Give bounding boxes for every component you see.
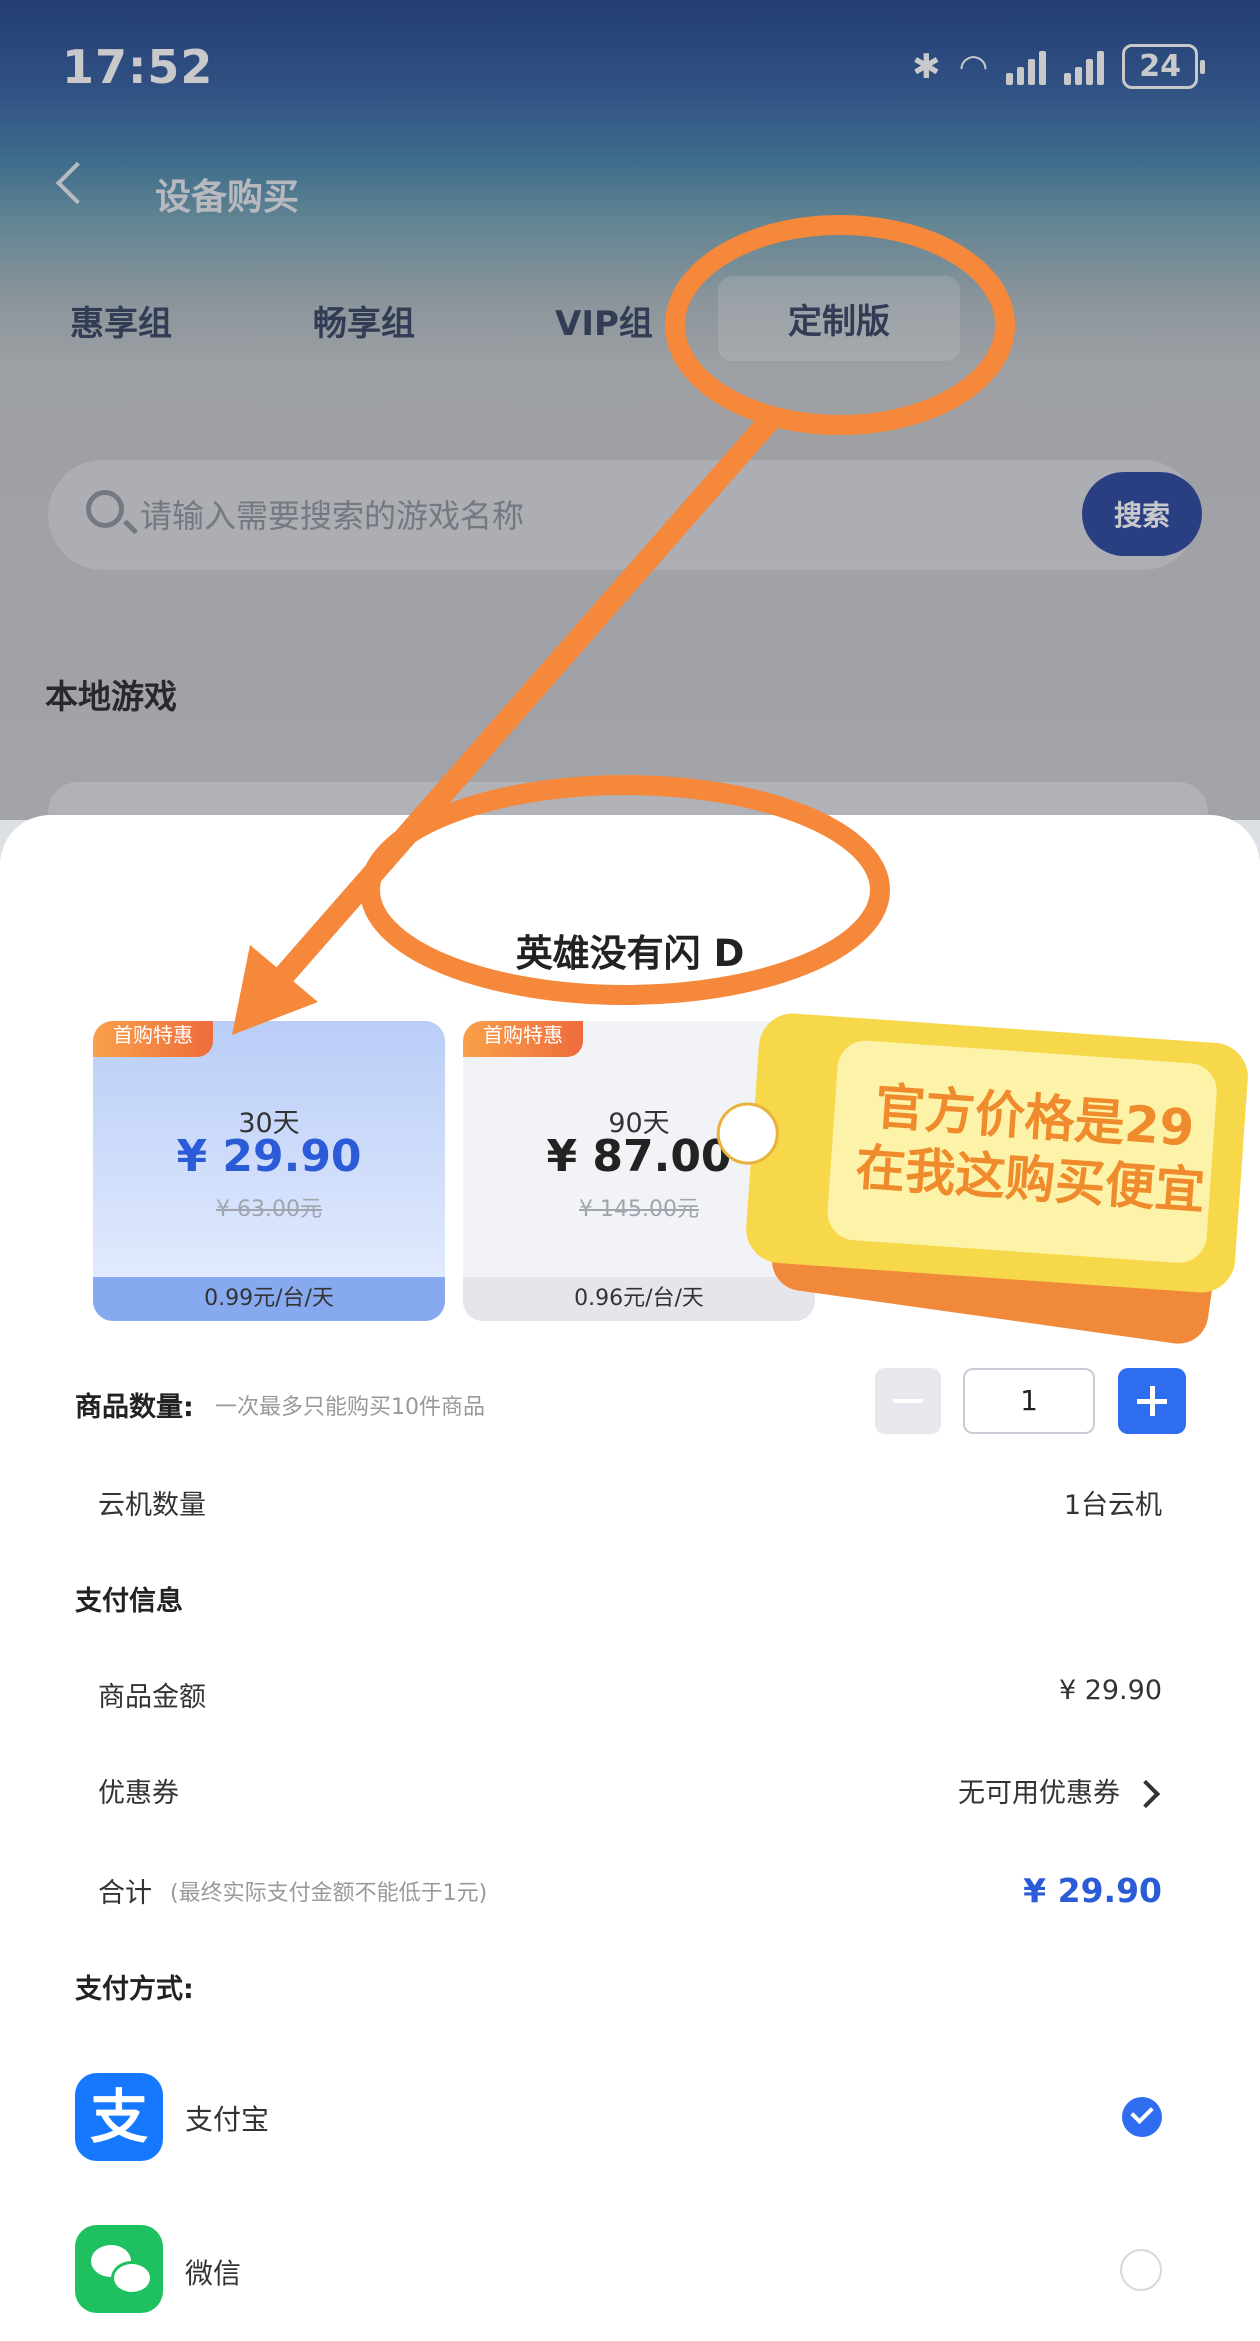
annotation-arrow: [269, 409, 781, 991]
tag-text: 官方价格是29 在我这购买便宜: [839, 1073, 1227, 1223]
tag-inner: 官方价格是29 在我这购买便宜: [825, 1038, 1219, 1265]
annotation-circle-tab: [665, 215, 1015, 435]
annotation-circle-title: [360, 775, 890, 1005]
tag-body: 官方价格是29 在我这购买便宜: [714, 1011, 1251, 1295]
price-tag-annotation: 官方价格是29 在我这购买便宜: [714, 1011, 1251, 1348]
